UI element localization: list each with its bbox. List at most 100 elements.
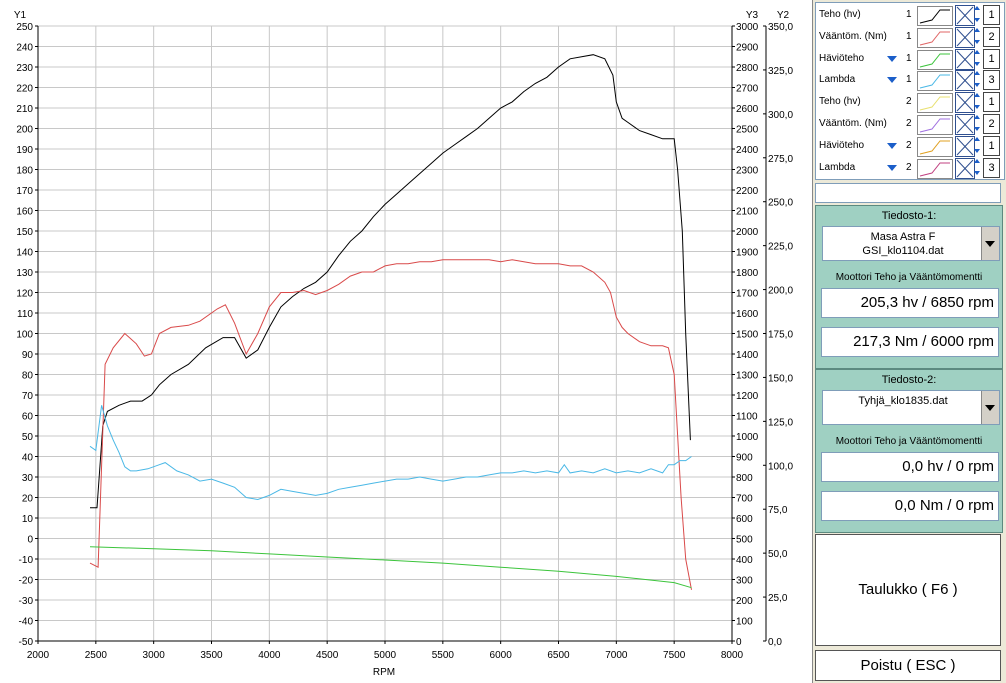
toggle-visibility-button[interactable] [955,5,975,26]
arrow-down-icon[interactable] [974,148,980,153]
toggle-visibility-button[interactable] [955,114,975,135]
axis-spinner[interactable] [974,27,981,46]
y3-tick-label: 2500 [736,125,759,136]
toggle-visibility-button[interactable] [955,48,975,70]
axis-spinner[interactable] [974,136,981,155]
arrow-up-icon[interactable] [974,93,980,98]
arrow-up-icon[interactable] [974,6,980,10]
legend-swatch[interactable] [917,27,953,48]
series-line [90,54,691,509]
arrow-down-icon[interactable] [974,83,980,88]
chevron-down-icon [985,405,995,411]
y3-tick-label: 2000 [736,227,759,238]
y1-tick-label: 50 [22,432,34,443]
arrow-up-icon[interactable] [974,49,980,54]
y2-tick-label: 175,0 [768,330,793,341]
axis-spinner[interactable] [974,92,981,111]
axis-spinner[interactable] [974,158,981,177]
legend-swatch[interactable] [917,6,953,26]
toggle-visibility-button[interactable] [955,135,975,157]
status-bar [815,183,1001,203]
y1-tick-label: -50 [19,637,34,648]
file2-select[interactable]: Tyhjä_klo1835.dat [822,390,1000,425]
y1-tick-label: -10 [19,555,34,566]
axis-number-box[interactable]: 1 [983,48,1000,69]
y2-tick-label: 125,0 [768,417,793,428]
arrow-up-icon[interactable] [974,158,980,163]
toggle-visibility-button[interactable] [955,92,975,114]
y1-tick-label: 110 [17,309,33,320]
triangle-down-icon[interactable] [887,142,897,149]
arrow-down-icon[interactable] [974,127,980,131]
legend-file-number: 1 [906,30,912,42]
legend-swatch[interactable] [917,71,953,92]
legend-swatch[interactable] [917,136,953,157]
line-sample-icon [919,53,950,68]
toggle-visibility-button[interactable] [955,157,975,179]
y2-tick-label: 75,0 [768,505,788,516]
y3-tick-label: 0 [736,637,742,648]
axis-number-box[interactable]: 3 [983,70,1000,91]
y3-tick-label: 3000 [736,22,759,33]
axis-spinner[interactable] [974,114,981,133]
cross-icon [956,72,974,90]
triangle-down-icon[interactable] [887,55,897,62]
table-button[interactable]: Taulukko ( F6 ) [815,534,1001,646]
arrow-down-icon[interactable] [974,18,980,22]
axis-number-box[interactable]: 1 [983,135,1000,156]
y3-tick-label: 2600 [736,104,759,115]
arrow-down-icon[interactable] [974,105,980,110]
axis-number-box[interactable]: 2 [983,26,1000,47]
chevron-down-icon [985,241,995,247]
legend-row: Vääntöm. (Nm) 1 2 [816,26,1004,48]
legend-row: Lambda 2 3 [816,157,1004,179]
file2-dropdown-button[interactable] [981,391,999,424]
triangle-down-icon[interactable] [887,164,897,171]
arrow-up-icon[interactable] [974,115,980,119]
file2-name: Tyhjä_klo1835.dat [823,394,983,408]
toggle-visibility-button[interactable] [955,70,975,92]
file1-power-value: 205,3 hv / 6850 rpm [821,288,999,318]
y3-tick-label: 2700 [736,84,759,95]
axis-spinner[interactable] [974,49,981,68]
exit-button[interactable]: Poistu ( ESC ) [815,650,1001,681]
file2-name-line1: Tyhjä_klo1835.dat [858,395,948,407]
file1-select[interactable]: Masa Astra F GSI_klo1104.dat [822,226,1000,261]
legend-swatch[interactable] [917,93,953,114]
x-tick-label: 4000 [258,650,281,661]
legend-file-number: 2 [906,118,912,129]
y1-axis-label: Y1 [14,10,27,21]
legend-label: Vääntöm. (Nm) [819,30,887,42]
legend-file-number: 1 [906,74,912,86]
legend-swatch[interactable] [917,115,953,135]
legend-label: Lambda [819,161,856,173]
cross-icon [956,159,974,177]
axis-spinner[interactable] [974,70,981,89]
y3-tick-label: 200 [736,596,753,607]
axis-number-box[interactable]: 1 [983,92,1000,113]
axis-number-box[interactable]: 1 [983,5,1000,25]
toggle-visibility-button[interactable] [955,26,975,48]
chart-svg: 2502402302202102001901801701601501401301… [14,10,794,678]
y3-tick-label: 300 [736,576,753,587]
axis-number-box[interactable]: 3 [983,157,1000,178]
legend-label: Häviöteho [819,139,865,151]
arrow-up-icon[interactable] [974,136,980,141]
legend-swatch[interactable] [917,158,953,179]
file1-title: Tiedosto-1: [881,210,937,222]
triangle-down-icon[interactable] [887,77,897,84]
y3-tick-label: 2300 [736,166,759,177]
series-line [89,546,692,589]
arrow-up-icon[interactable] [974,27,980,32]
file1-dropdown-button[interactable] [981,227,999,260]
arrow-down-icon[interactable] [974,61,980,66]
y1-tick-label: 230 [16,63,33,74]
y1-tick-label: 80 [22,371,34,382]
line-sample-icon [919,96,950,111]
legend-swatch[interactable] [917,49,953,70]
arrow-down-icon[interactable] [974,39,980,44]
axis-number-box[interactable]: 2 [983,114,1000,134]
axis-spinner[interactable] [974,5,981,24]
arrow-up-icon[interactable] [974,71,980,76]
arrow-down-icon[interactable] [974,170,980,175]
